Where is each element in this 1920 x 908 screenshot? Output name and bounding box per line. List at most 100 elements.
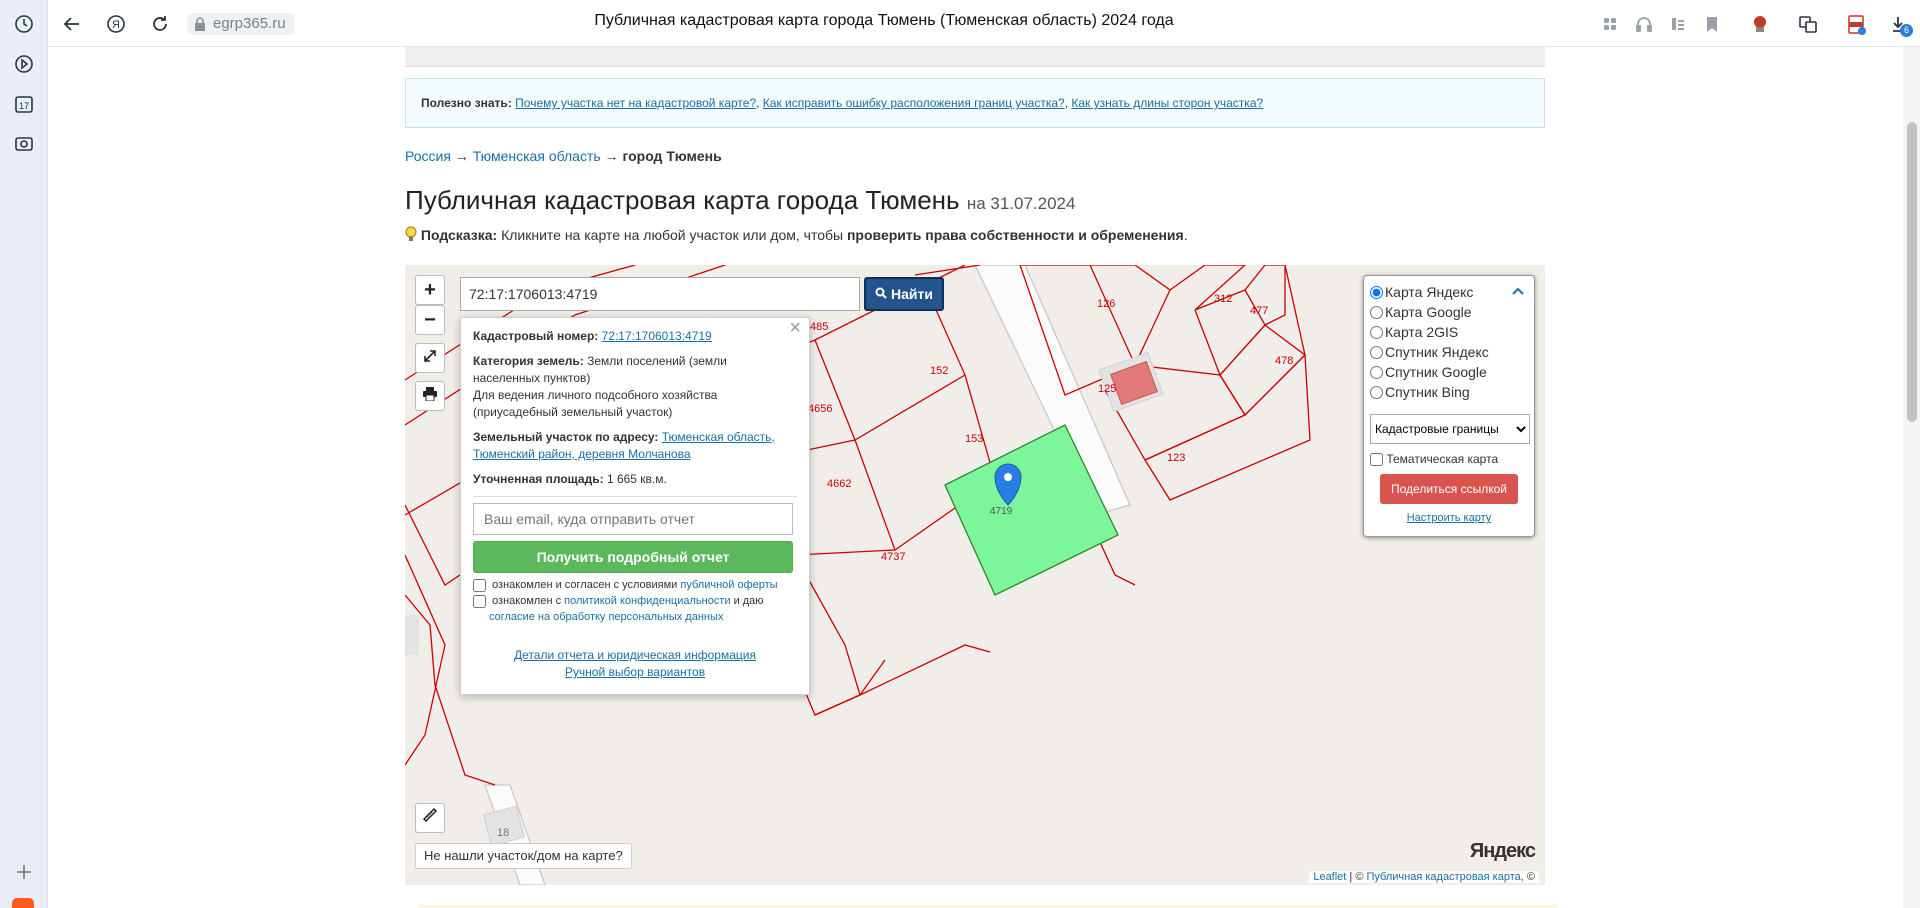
leaflet-link[interactable]: Leaflet	[1313, 871, 1346, 883]
cadastral-search-input[interactable]	[460, 277, 860, 311]
hint-label: Подсказка:	[420, 227, 498, 243]
back-icon[interactable]	[60, 12, 84, 36]
parcel-label: 153	[965, 433, 983, 445]
bulb-icon	[405, 226, 417, 243]
layers-panel: Карта Яндекс Карта Google Карта 2GIS Спу…	[1363, 275, 1535, 537]
layer-option-yandex-satellite[interactable]: Спутник Яндекс	[1370, 342, 1528, 362]
layer-radio[interactable]	[1370, 385, 1383, 399]
browser-sidebar: 17	[0, 0, 48, 908]
breadcrumb-separator: →	[604, 148, 619, 164]
privacy-text: ознакомлен с	[492, 595, 562, 607]
layer-option-google-satellite[interactable]: Спутник Google	[1370, 362, 1528, 382]
offer-text: ознакомлен и согласен с условиями	[492, 579, 678, 591]
close-icon[interactable]: ×	[789, 318, 801, 338]
layer-radio[interactable]	[1370, 365, 1383, 379]
layer-option-2gis-map[interactable]: Карта 2GIS	[1370, 322, 1528, 342]
downloads-icon[interactable]: 6	[1888, 12, 1913, 37]
assistant-icon[interactable]	[12, 898, 34, 908]
breadcrumb-current: город Тюмень	[622, 148, 722, 164]
heading-date: на 31.07.2024	[966, 194, 1076, 213]
info-link-not-on-map[interactable]: Почему участка нет на кадастровой карте?	[515, 96, 756, 110]
chevron-up-icon[interactable]	[1512, 282, 1524, 298]
calendar-day: 17	[19, 101, 29, 111]
layer-radio[interactable]	[1370, 325, 1383, 339]
extension-icon[interactable]	[1748, 12, 1772, 36]
email-field[interactable]	[473, 503, 793, 535]
parcel-label: 125	[1098, 383, 1116, 395]
area-label: Уточненная площадь:	[473, 472, 604, 486]
breadcrumb-russia[interactable]: Россия	[405, 148, 451, 164]
parcel-label: 485	[810, 321, 828, 333]
offer-checkbox[interactable]	[473, 578, 486, 592]
thematic-map-row: Тематическая карта	[1370, 452, 1528, 467]
popup-address: Земельный участок по адресу: Тюменская о…	[473, 429, 797, 463]
details-link[interactable]: Детали отчета и юридическая информация	[514, 648, 756, 662]
expand-icon	[423, 350, 437, 366]
selected-parcel-label: 4719	[990, 506, 1013, 517]
reload-icon[interactable]	[148, 12, 172, 36]
yandex-icon[interactable]: Я	[104, 12, 128, 36]
overlay-select[interactable]: Кадастровые границы	[1370, 414, 1530, 444]
privacy-link[interactable]: политикой конфиденциальности	[564, 595, 730, 607]
popup-links: Детали отчета и юридическая информация Р…	[473, 647, 797, 681]
cadnum-link[interactable]: 72:17:1706013:4719	[602, 329, 712, 343]
history-icon[interactable]	[12, 12, 36, 36]
zoom-in-button[interactable]: +	[415, 275, 445, 305]
breadcrumb-region[interactable]: Тюменская область	[473, 148, 601, 164]
not-found-button[interactable]: Не нашли участок/дом на карте?	[415, 843, 632, 869]
measure-button[interactable]	[415, 803, 445, 833]
screenshot-icon[interactable]	[12, 132, 36, 156]
thematic-label: Тематическая карта	[1386, 452, 1499, 466]
layer-option-yandex-map[interactable]: Карта Яндекс	[1370, 282, 1528, 302]
page-scrollbar[interactable]	[1903, 47, 1920, 908]
layer-option-google-map[interactable]: Карта Google	[1370, 302, 1528, 322]
tabs-icon[interactable]	[1598, 12, 1622, 36]
usage-value: Для ведения личного подсобного хозяйства…	[473, 388, 718, 419]
parcel-label: 152	[930, 365, 948, 377]
print-button[interactable]	[415, 381, 445, 411]
search-icon	[875, 286, 887, 302]
privacy-checkbox[interactable]	[473, 594, 486, 608]
address-bar[interactable]: egrp365.ru	[187, 13, 294, 35]
previous-block	[405, 47, 1545, 67]
info-link-fix-boundaries[interactable]: Как исправить ошибку расположения границ…	[763, 96, 1065, 110]
info-link-side-lengths[interactable]: Как узнать длины сторон участка?	[1071, 96, 1263, 110]
offer-link[interactable]: публичной оферты	[680, 579, 777, 591]
consent-link[interactable]: согласие на обработку персональных данны…	[489, 611, 723, 623]
cadastral-map[interactable]: 126 312 477 478 485 152 125 4656 153 123…	[405, 265, 1545, 885]
svg-text:Я: Я	[112, 19, 120, 31]
play-icon[interactable]	[12, 52, 36, 76]
breadcrumb: Россия → Тюменская область → город Тюмен…	[405, 148, 722, 164]
scrollbar-thumb[interactable]	[1907, 122, 1917, 422]
printer-icon	[422, 387, 438, 404]
pdf-icon[interactable]	[1844, 12, 1868, 36]
layer-radio[interactable]	[1370, 345, 1383, 359]
address-label: Земельный участок по адресу:	[473, 430, 659, 444]
hint-end: .	[1183, 227, 1188, 243]
pkk-link[interactable]: Публичная кадастровая карта,	[1367, 871, 1524, 883]
hint-text: Кликните на карте на любой участок или д…	[501, 227, 844, 243]
thematic-checkbox[interactable]	[1370, 453, 1383, 467]
area-value: 1 665 кв.м.	[606, 472, 667, 486]
setup-map-link[interactable]: Настроить карту	[1407, 512, 1492, 524]
add-panel-icon[interactable]	[12, 860, 36, 884]
privacy-mid: и даю	[733, 595, 764, 607]
zoom-out-button[interactable]: −	[415, 305, 445, 335]
headphones-icon[interactable]	[1632, 12, 1656, 36]
manual-selection-link[interactable]: Ручной выбор вариантов	[565, 665, 705, 679]
bookmark-icon[interactable]	[1700, 12, 1724, 36]
get-report-button[interactable]: Получить подробный отчет	[473, 541, 793, 573]
category-label: Категория земель:	[473, 354, 584, 368]
fullscreen-button[interactable]	[415, 343, 445, 373]
calendar-icon[interactable]: 17	[12, 92, 36, 116]
search-button[interactable]: Найти	[864, 277, 944, 311]
layer-option-bing-satellite[interactable]: Спутник Bing	[1370, 382, 1528, 402]
parcel-popup: × Кадастровый номер: 72:17:1706013:4719 …	[460, 317, 810, 695]
search-button-label: Найти	[890, 286, 933, 302]
share-link-button[interactable]: Поделиться ссылкой	[1380, 474, 1518, 505]
translate-icon[interactable]	[1796, 12, 1820, 36]
layer-radio[interactable]	[1370, 285, 1383, 299]
reader-icon[interactable]	[1666, 12, 1690, 36]
building	[405, 615, 419, 655]
layer-radio[interactable]	[1370, 305, 1383, 319]
